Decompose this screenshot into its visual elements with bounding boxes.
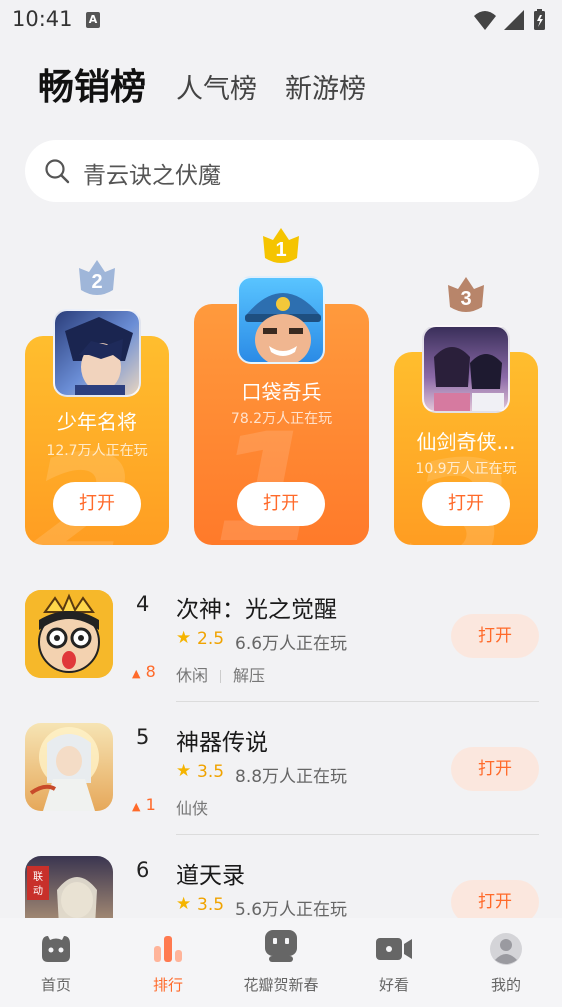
rating: 3.5	[197, 762, 225, 782]
game-icon-cishen[interactable]	[25, 590, 113, 678]
game-name: 仙剑奇侠...	[416, 430, 516, 454]
trend-up-icon: ▲	[132, 800, 141, 813]
tag-divider	[220, 670, 222, 683]
list-item[interactable]: 5 神器传说 ★ 3.5 8.8万人正在玩 ▲ 1 仙侠 打开	[0, 723, 562, 823]
tab-new-games[interactable]: 新游榜	[285, 67, 366, 106]
badge-number: 2	[91, 271, 102, 293]
profile-icon	[490, 933, 522, 965]
nav-label: 好看	[378, 976, 409, 994]
divider	[176, 834, 539, 835]
rank-number: 4	[136, 592, 150, 616]
status-time: 10:41	[12, 7, 73, 31]
players-count: 10.9万人正在玩	[415, 461, 517, 477]
rating: 3.5	[197, 895, 225, 915]
tags: 仙侠	[176, 795, 208, 819]
trend-up: ▲ 1	[132, 795, 156, 814]
nav-watch[interactable]: 好看	[338, 918, 450, 1007]
game-name: 神器传说	[176, 730, 268, 756]
nav-profile[interactable]: 我的	[450, 918, 562, 1007]
open-button[interactable]: 打开	[451, 614, 539, 658]
rating: 2.5	[197, 629, 225, 649]
character-art	[29, 727, 99, 811]
bottom-nav: 首页 排行 花瓣贺新春 好看 我的	[0, 918, 562, 1007]
nav-label: 我的	[490, 976, 521, 994]
game-icon-shenqi[interactable]	[25, 723, 113, 811]
search-input[interactable]: 青云诀之伏魔	[83, 156, 221, 190]
open-button[interactable]: 打开	[53, 482, 141, 526]
game-icon-shaonian[interactable]	[53, 309, 141, 397]
game-name: 口袋奇兵	[241, 380, 322, 404]
character-art: 联 动	[27, 866, 97, 918]
battery-icon	[534, 9, 545, 30]
rank-1-badge: 1	[263, 228, 299, 263]
svg-text:动: 动	[33, 885, 43, 897]
open-button[interactable]: 打开	[451, 880, 539, 918]
game-name: 道天录	[176, 863, 245, 889]
character-art	[25, 590, 113, 678]
star-icon: ★	[176, 894, 192, 914]
rank-3-badge: 3	[448, 277, 484, 312]
rank-2-badge: 2	[79, 260, 115, 295]
game-icon-daotian[interactable]: 联 动	[25, 856, 113, 918]
signal-icon	[504, 10, 524, 30]
list-item[interactable]: 4 次神：光之觉醒 ★ 2.5 6.6万人正在玩 ▲ 8 休闲 解压 打开	[0, 590, 562, 690]
players-count: 78.2万人正在玩	[230, 411, 333, 427]
search-icon	[45, 159, 70, 184]
nav-ranking[interactable]: 排行	[112, 918, 224, 1007]
tab-bestseller[interactable]: 畅销榜	[38, 58, 146, 110]
tag: 仙侠	[176, 799, 209, 818]
tab-popular[interactable]: 人气榜	[176, 67, 257, 106]
home-icon	[42, 936, 70, 962]
video-icon	[376, 938, 412, 960]
character-art	[65, 317, 133, 395]
status-icons	[474, 9, 545, 30]
ranking-tabs: 畅销榜 人气榜 新游榜	[38, 62, 518, 114]
wifi-icon	[474, 11, 496, 30]
players-count: 12.7万人正在玩	[46, 443, 148, 459]
tag: 解压	[233, 666, 266, 685]
trend-value: 8	[145, 662, 156, 681]
gamepad-icon	[265, 930, 297, 962]
divider	[176, 701, 539, 702]
badge-number: 3	[460, 288, 471, 310]
trend-up-icon: ▲	[132, 667, 141, 680]
nav-label: 排行	[152, 976, 183, 994]
nav-home[interactable]: 首页	[0, 918, 112, 1007]
trend-up: ▲ 8	[132, 662, 156, 681]
open-button[interactable]: 打开	[422, 482, 510, 526]
accessibility-icon: A	[86, 12, 100, 28]
star-icon: ★	[176, 761, 192, 781]
badge-number: 1	[275, 239, 286, 261]
nav-festival[interactable]: 花瓣贺新春	[225, 918, 337, 1007]
game-icon-koudai[interactable]	[237, 276, 325, 364]
open-button[interactable]: 打开	[237, 482, 325, 526]
status-bar: 10:41 A	[0, 0, 562, 40]
rank-number: 6	[136, 858, 150, 882]
trend-value: 1	[145, 795, 156, 814]
nav-label: 花瓣贺新春	[243, 976, 319, 994]
nav-label: 首页	[40, 976, 71, 994]
character-art	[245, 293, 321, 362]
list-item[interactable]: 联 动 6 道天录 ★ 3.5 5.6万人正在玩 打开	[0, 856, 562, 918]
star-icon: ★	[176, 628, 192, 648]
search-bar[interactable]: 青云诀之伏魔	[25, 140, 539, 202]
game-icon-xianjian[interactable]	[422, 325, 510, 413]
tags: 休闲 解压	[176, 662, 265, 686]
tag: 休闲	[176, 666, 209, 685]
players-count: 6.6万人正在玩	[235, 634, 348, 654]
character-art	[434, 347, 504, 411]
game-name: 少年名将	[57, 410, 137, 434]
players-count: 8.8万人正在玩	[235, 767, 348, 787]
players-count: 5.6万人正在玩	[235, 900, 348, 918]
rank-number: 5	[136, 725, 150, 749]
open-button[interactable]: 打开	[451, 747, 539, 791]
svg-text:联: 联	[33, 871, 43, 883]
ranking-icon	[154, 936, 182, 962]
game-name: 次神：光之觉醒	[176, 597, 337, 623]
